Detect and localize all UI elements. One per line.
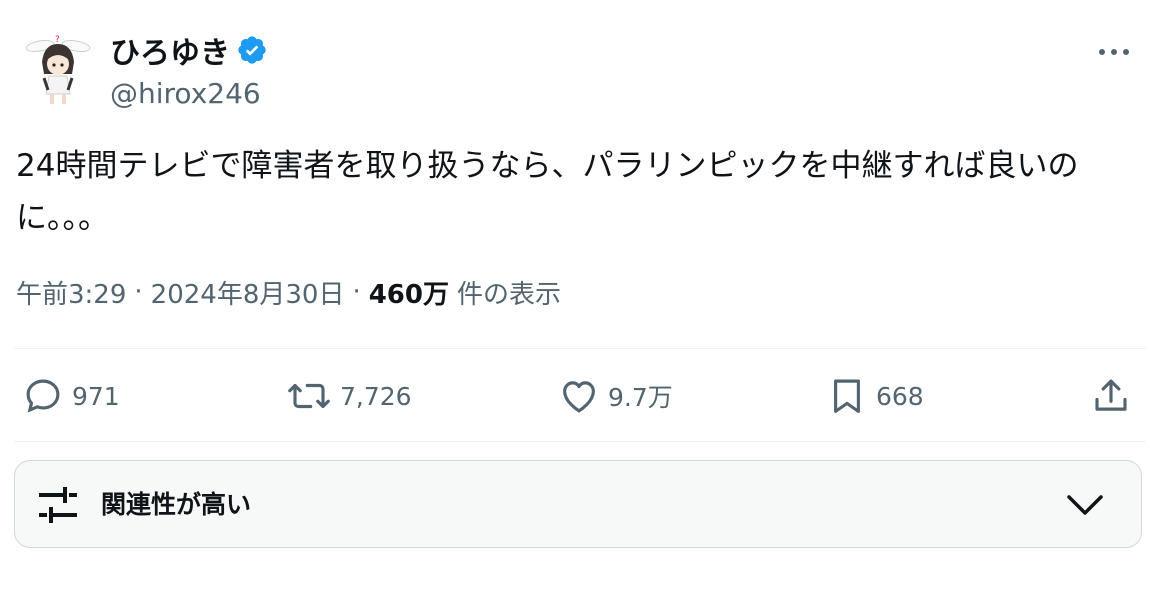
verified-badge-icon[interactable] — [236, 34, 268, 66]
avatar[interactable]: ? — [18, 30, 98, 110]
heart-icon — [563, 381, 595, 413]
repost-button[interactable]: 7,726 — [286, 350, 412, 442]
anime-avatar-icon: ? — [25, 35, 91, 104]
divider — [14, 348, 1146, 349]
reply-sort-dropdown[interactable]: 関連性が高い — [14, 460, 1142, 548]
repost-icon — [288, 383, 330, 409]
like-count: 9.7万 — [608, 383, 673, 412]
display-name[interactable]: ひろゆき — [110, 28, 230, 72]
share-icon — [1095, 379, 1127, 411]
share-button[interactable] — [1090, 350, 1132, 442]
bookmark-count: 668 — [876, 381, 924, 411]
tweet-detail-page: ? ひろゆき @hirox246 24時間テレビで障害者を取り扱うなら、パラリン… — [0, 0, 1150, 600]
action-bar: 971 7,726 9.7万 668 — [14, 350, 1146, 442]
tweet-text: 24時間テレビで障害者を取り扱うなら、パラリンピックを中継すれば良いのに。。。 — [16, 148, 1079, 236]
more-dots-icon — [1099, 49, 1129, 55]
tweet-time[interactable]: 午前3:29 — [16, 274, 126, 311]
repost-count: 7,726 — [340, 381, 412, 411]
author-name-row[interactable]: ひろゆき — [110, 28, 268, 72]
views-count[interactable]: 460万 — [369, 274, 449, 311]
more-options-button[interactable] — [1096, 34, 1132, 70]
chevron-down-icon — [1067, 495, 1103, 515]
divider — [14, 441, 1146, 442]
tweet-date[interactable]: 2024年8月30日 — [151, 274, 345, 311]
bookmark-button[interactable]: 668 — [826, 350, 924, 442]
svg-text:?: ? — [55, 35, 60, 45]
sort-sliders-icon — [39, 487, 77, 523]
tweet-meta: 午前3:29 · 2024年8月30日 · 460万 件の表示 — [16, 270, 561, 314]
meta-separator: · — [352, 277, 361, 307]
like-button[interactable]: 9.7万 — [558, 350, 673, 442]
sort-label: 関連性が高い — [101, 490, 252, 519]
reply-count: 971 — [72, 381, 120, 411]
reply-icon — [26, 379, 60, 413]
reply-button[interactable]: 971 — [22, 350, 120, 442]
meta-separator: · — [134, 277, 143, 307]
bookmark-icon — [834, 379, 860, 413]
author-handle[interactable]: @hirox246 — [110, 74, 261, 114]
views-label: 件の表示 — [457, 279, 562, 310]
